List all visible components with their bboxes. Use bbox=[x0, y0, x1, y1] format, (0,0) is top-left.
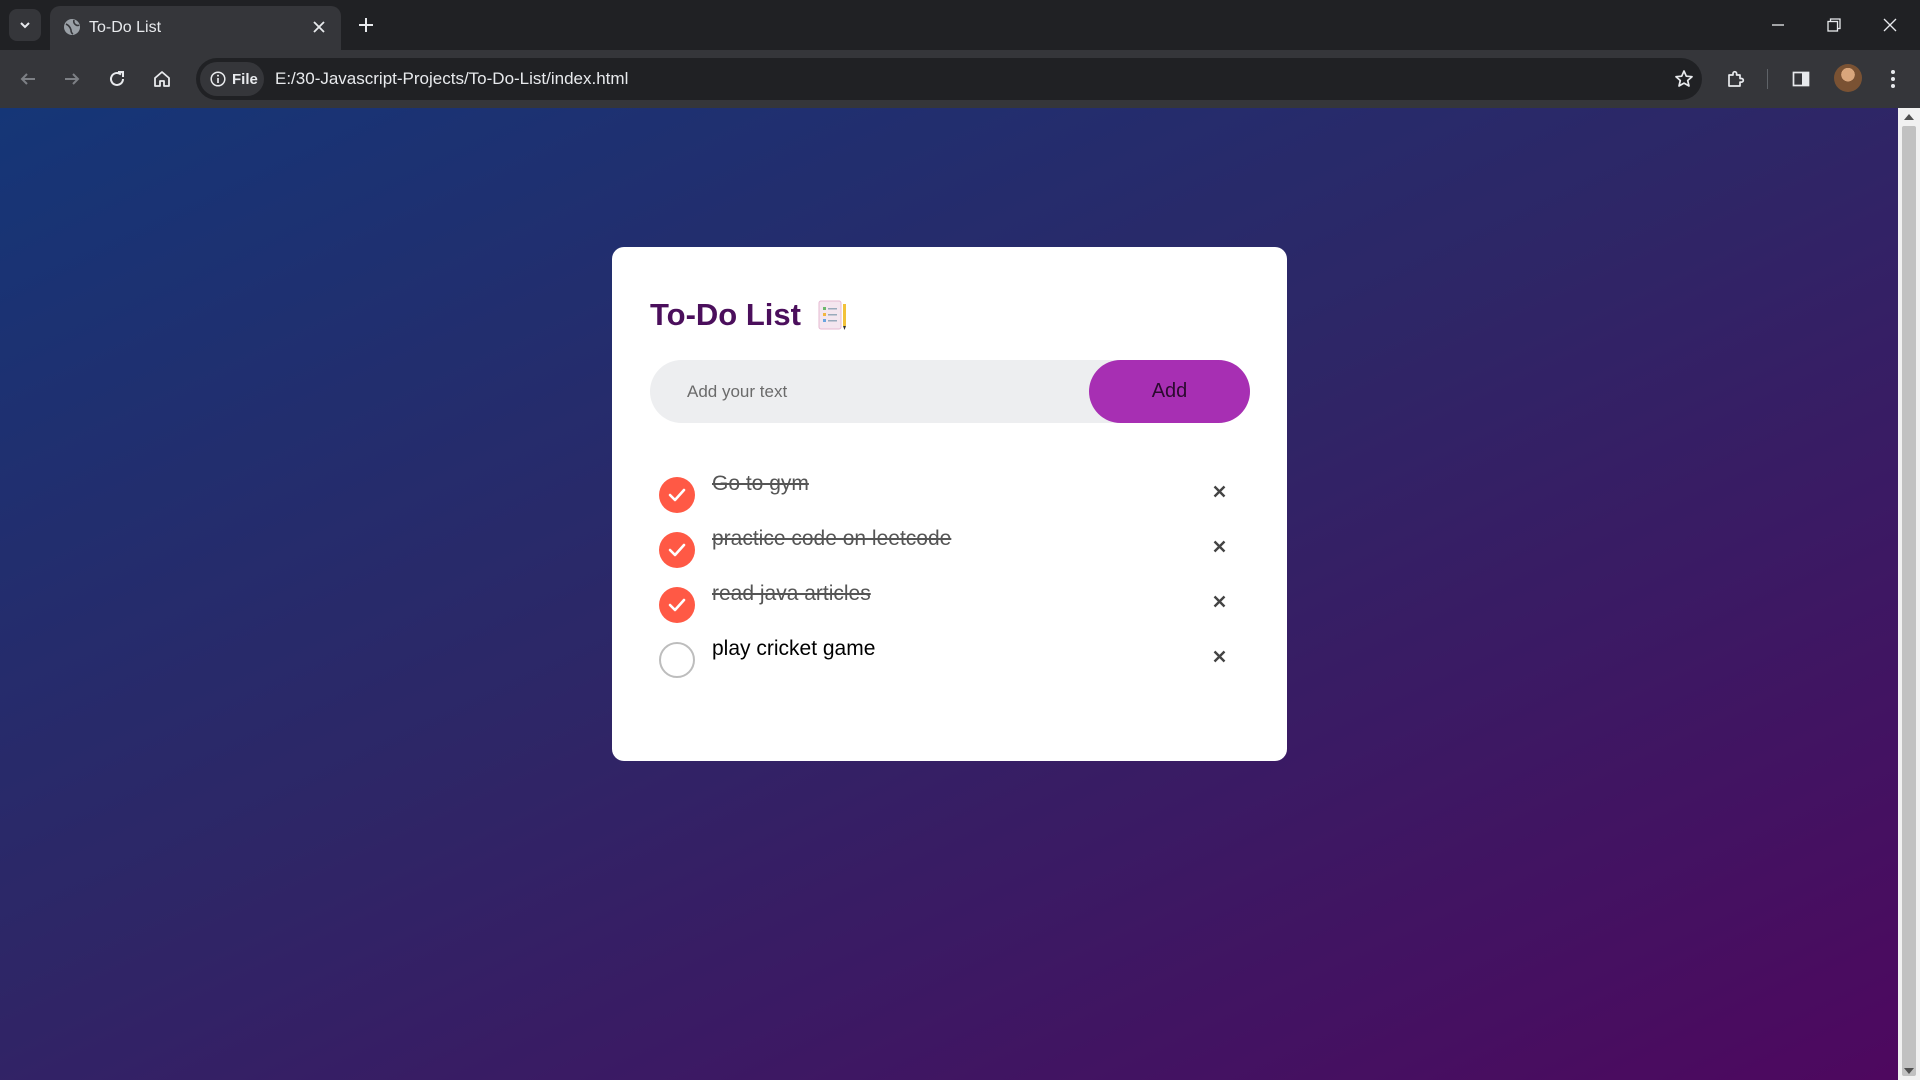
close-icon bbox=[1213, 650, 1225, 662]
toolbar-divider bbox=[1767, 69, 1768, 89]
browser-menu-button[interactable] bbox=[1876, 62, 1910, 96]
browser-toolbar: File E:/30-Javascript-Projects/To-Do-Lis… bbox=[0, 50, 1920, 108]
close-icon bbox=[1213, 540, 1225, 552]
info-icon bbox=[210, 71, 226, 87]
profile-avatar[interactable] bbox=[1834, 64, 1862, 92]
check-icon bbox=[668, 598, 686, 612]
checkbox-checked[interactable] bbox=[659, 477, 695, 513]
close-window-button[interactable] bbox=[1862, 0, 1918, 50]
list-item[interactable]: Go to gym bbox=[650, 467, 1250, 522]
check-icon bbox=[668, 488, 686, 502]
remove-task-button[interactable] bbox=[1204, 641, 1234, 671]
close-icon bbox=[1883, 18, 1897, 32]
chevron-down-icon bbox=[20, 22, 30, 29]
more-vertical-icon bbox=[1891, 70, 1895, 88]
restore-icon bbox=[1827, 18, 1841, 32]
home-icon bbox=[154, 71, 170, 87]
notepad-icon bbox=[818, 300, 846, 330]
side-panel-button[interactable] bbox=[1784, 62, 1818, 96]
scroll-up-arrow[interactable] bbox=[1904, 114, 1914, 120]
back-button[interactable] bbox=[11, 62, 45, 96]
tab-search-button[interactable] bbox=[9, 9, 41, 41]
tab-title: To-Do List bbox=[89, 19, 162, 36]
site-chip-label: File bbox=[232, 70, 258, 88]
page-title: To-Do List bbox=[650, 297, 849, 333]
page-title-text: To-Do List bbox=[650, 297, 801, 332]
extensions-button[interactable] bbox=[1719, 62, 1753, 96]
list-item[interactable]: read java articles bbox=[650, 577, 1250, 632]
bookmark-button[interactable] bbox=[1669, 64, 1699, 94]
tab-active[interactable]: To-Do List bbox=[50, 6, 341, 50]
site-info-chip[interactable]: File bbox=[200, 62, 264, 96]
tab-strip: To-Do List bbox=[0, 0, 1920, 50]
task-text: Go to gym bbox=[712, 472, 809, 495]
side-panel-icon bbox=[1792, 71, 1810, 87]
task-text: practice code on leetcode bbox=[712, 527, 952, 550]
plus-icon bbox=[359, 18, 373, 32]
restore-button[interactable] bbox=[1806, 0, 1862, 50]
minimize-button[interactable] bbox=[1750, 0, 1806, 50]
close-icon bbox=[1213, 485, 1225, 497]
vertical-scrollbar[interactable] bbox=[1898, 108, 1920, 1080]
star-icon bbox=[1675, 70, 1693, 87]
list-item[interactable]: play cricket game bbox=[650, 632, 1250, 687]
scroll-down-arrow[interactable] bbox=[1904, 1068, 1914, 1074]
puzzle-icon bbox=[1728, 70, 1745, 87]
new-tab-button[interactable] bbox=[351, 10, 381, 40]
add-button[interactable]: Add bbox=[1089, 360, 1250, 423]
list-item[interactable]: practice code on leetcode bbox=[650, 522, 1250, 577]
minimize-icon bbox=[1772, 24, 1784, 26]
add-task-row: Add bbox=[650, 360, 1250, 423]
address-bar[interactable]: File E:/30-Javascript-Projects/To-Do-Lis… bbox=[196, 58, 1702, 100]
page-viewport: To-Do List Add Go to gym bbox=[0, 108, 1898, 1080]
url-text: E:/30-Javascript-Projects/To-Do-List/ind… bbox=[275, 69, 629, 88]
reload-icon bbox=[110, 71, 124, 86]
remove-task-button[interactable] bbox=[1204, 586, 1234, 616]
close-icon bbox=[313, 21, 325, 33]
home-button[interactable] bbox=[145, 62, 179, 96]
checkbox-unchecked[interactable] bbox=[659, 642, 695, 678]
task-text: play cricket game bbox=[712, 637, 876, 660]
task-input[interactable] bbox=[650, 360, 1090, 423]
checkbox-checked[interactable] bbox=[659, 587, 695, 623]
task-list: Go to gym practice code on leetcode read bbox=[650, 467, 1250, 687]
arrow-left-icon bbox=[20, 73, 35, 85]
remove-task-button[interactable] bbox=[1204, 476, 1234, 506]
remove-task-button[interactable] bbox=[1204, 531, 1234, 561]
todo-app-card: To-Do List Add Go to gym bbox=[612, 247, 1287, 761]
globe-icon bbox=[64, 19, 80, 35]
forward-button[interactable] bbox=[55, 62, 89, 96]
arrow-right-icon bbox=[65, 73, 80, 85]
tab-close-button[interactable] bbox=[306, 14, 332, 40]
scroll-thumb[interactable] bbox=[1902, 126, 1916, 1076]
checkbox-checked[interactable] bbox=[659, 532, 695, 568]
check-icon bbox=[668, 543, 686, 557]
close-icon bbox=[1213, 595, 1225, 607]
task-text: read java articles bbox=[712, 582, 871, 605]
reload-button[interactable] bbox=[100, 62, 134, 96]
